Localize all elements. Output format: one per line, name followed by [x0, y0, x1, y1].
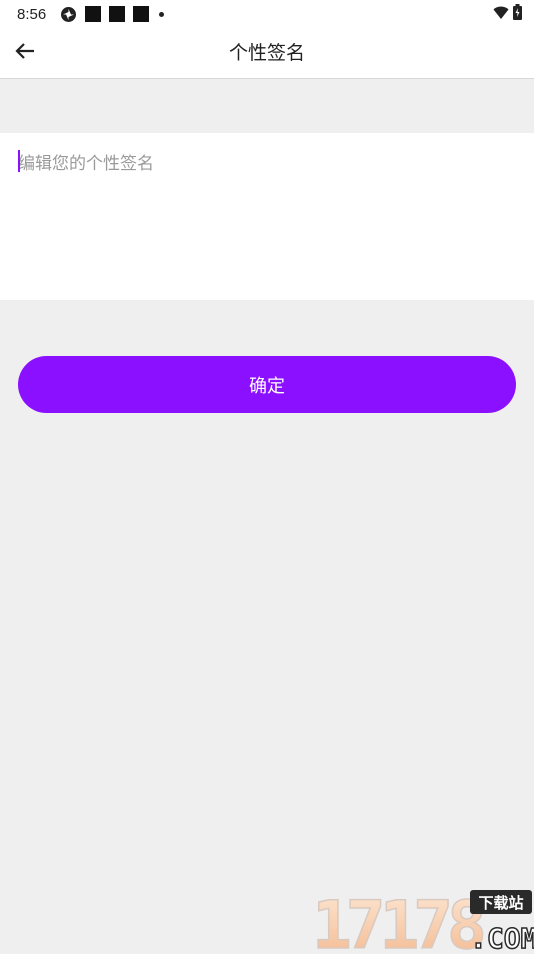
watermark-logo: 17178 下载站 .COM: [308, 886, 534, 954]
status-bar: 8:56: [0, 0, 534, 28]
dot-icon: [157, 11, 165, 17]
sync-icon: [60, 6, 77, 23]
back-button[interactable]: [8, 36, 42, 70]
svg-text:.COM: .COM: [470, 922, 534, 950]
notification-square-icon: [133, 6, 150, 22]
notification-square-icon: [109, 6, 126, 22]
svg-text:下载站: 下载站: [478, 894, 523, 912]
confirm-button[interactable]: 确定: [18, 356, 516, 413]
status-right: [493, 4, 522, 24]
text-cursor: [18, 150, 20, 172]
wifi-icon: [493, 5, 509, 24]
arrow-left-icon: [14, 40, 36, 66]
svg-text:17178: 17178: [312, 888, 483, 950]
battery-icon: [513, 4, 522, 24]
notification-square-icon: [85, 6, 102, 22]
signature-input[interactable]: [18, 149, 516, 289]
app-bar: 个性签名: [0, 28, 534, 79]
status-time: 8:56: [17, 5, 47, 23]
page-title: 个性签名: [228, 42, 305, 64]
signature-box: [0, 133, 534, 300]
